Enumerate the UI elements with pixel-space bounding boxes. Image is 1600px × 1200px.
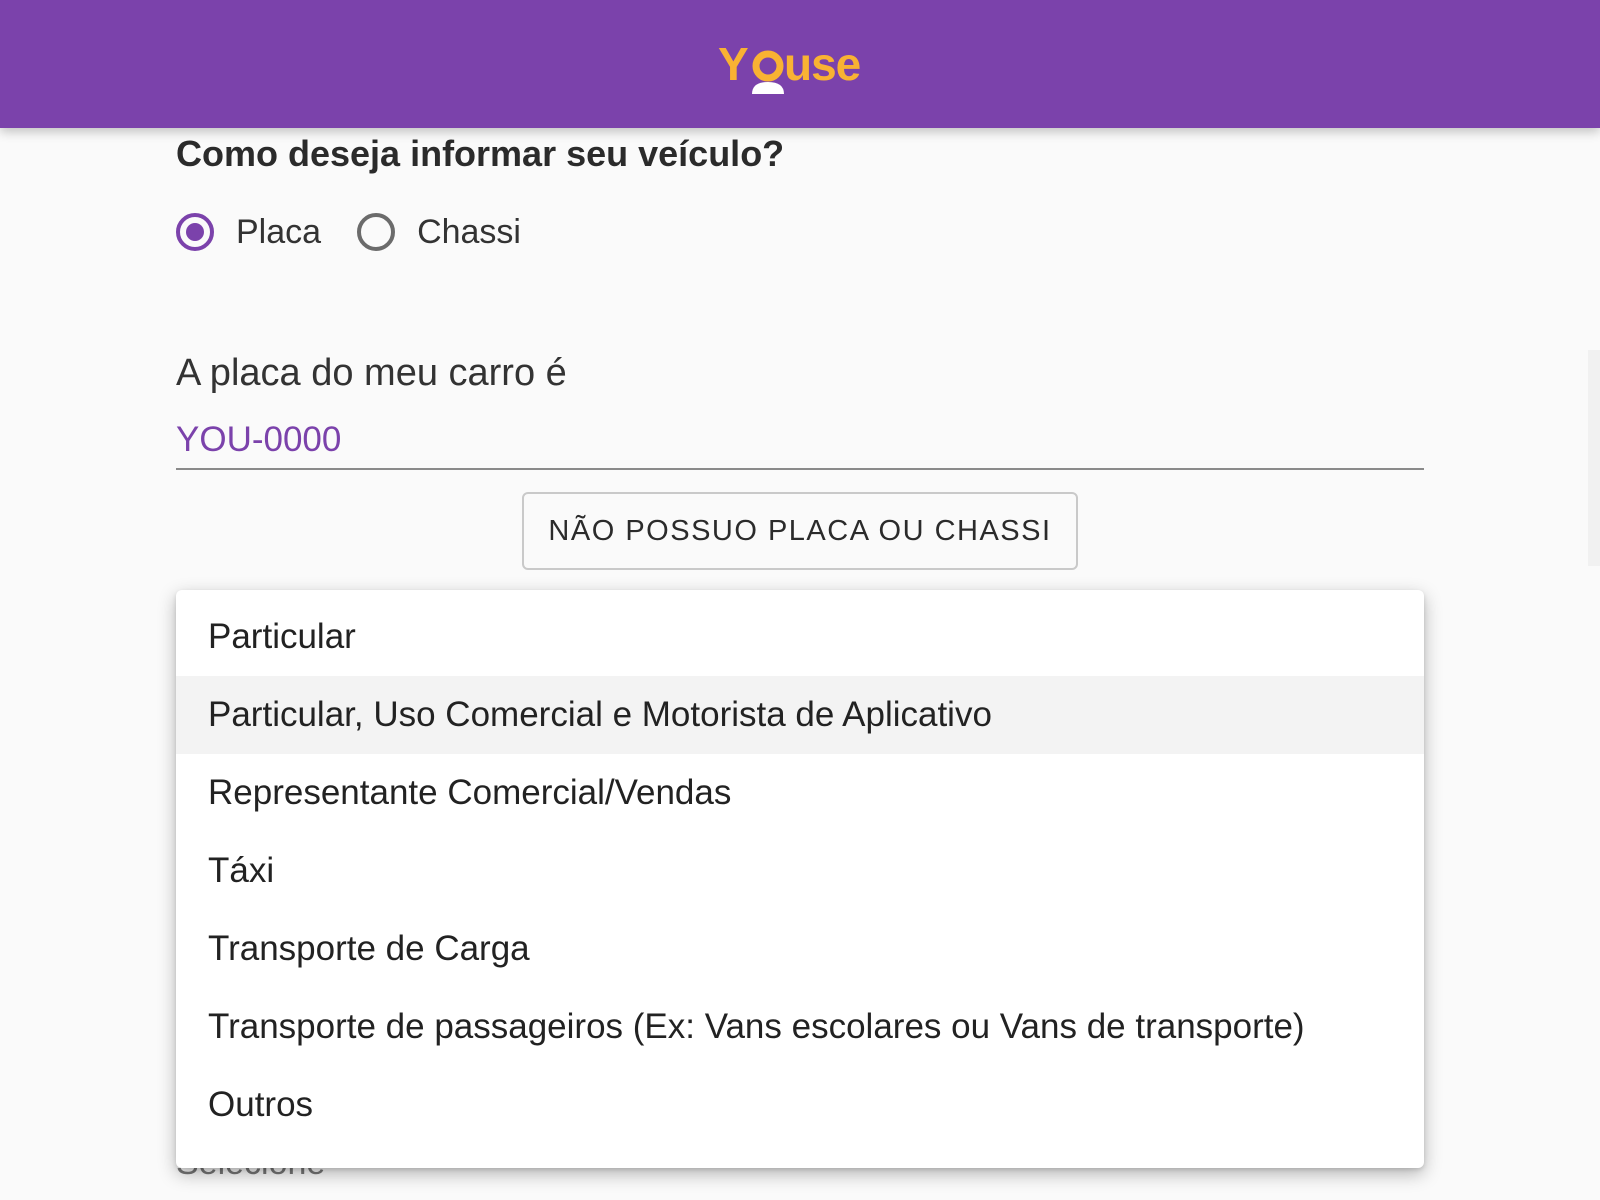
menu-item-particular[interactable]: Particular	[176, 598, 1424, 676]
svg-text:Y: Y	[718, 38, 748, 90]
youse-logo[interactable]: Y use	[718, 36, 884, 94]
svg-text:use: use	[784, 38, 861, 90]
radio-label-placa: Placa	[236, 212, 322, 251]
radio-label-chassi: Chassi	[417, 212, 521, 251]
menu-item-transporte-passageiros[interactable]: Transporte de passageiros (Ex: Vans esco…	[176, 988, 1424, 1066]
plate-input[interactable]	[176, 412, 1424, 470]
radio-checked-icon[interactable]	[176, 213, 214, 251]
menu-item-representante-comercial[interactable]: Representante Comercial/Vendas	[176, 754, 1424, 832]
radio-option-chassi[interactable]: Chassi	[357, 213, 521, 252]
radio-option-placa[interactable]: Placa	[176, 213, 321, 252]
usage-dropdown-menu: Particular Particular, Uso Comercial e M…	[176, 590, 1424, 1168]
vehicle-id-radio-group: Placa Chassi	[176, 208, 521, 256]
app-header: Y use	[0, 0, 1600, 128]
menu-item-taxi[interactable]: Táxi	[176, 832, 1424, 910]
radio-unchecked-icon[interactable]	[357, 213, 396, 251]
plate-field-label: A placa do meu carro é	[176, 352, 567, 394]
vehicle-question-title: Como deseja informar seu veículo?	[176, 133, 785, 174]
menu-item-outros[interactable]: Outros	[176, 1066, 1424, 1144]
no-plate-button[interactable]: NÃO POSSUO PLACA OU CHASSI	[522, 492, 1078, 570]
menu-item-transporte-carga[interactable]: Transporte de Carga	[176, 910, 1424, 988]
scrollbar[interactable]	[1588, 350, 1600, 566]
menu-item-particular-uso-comercial[interactable]: Particular, Uso Comercial e Motorista de…	[176, 676, 1424, 754]
